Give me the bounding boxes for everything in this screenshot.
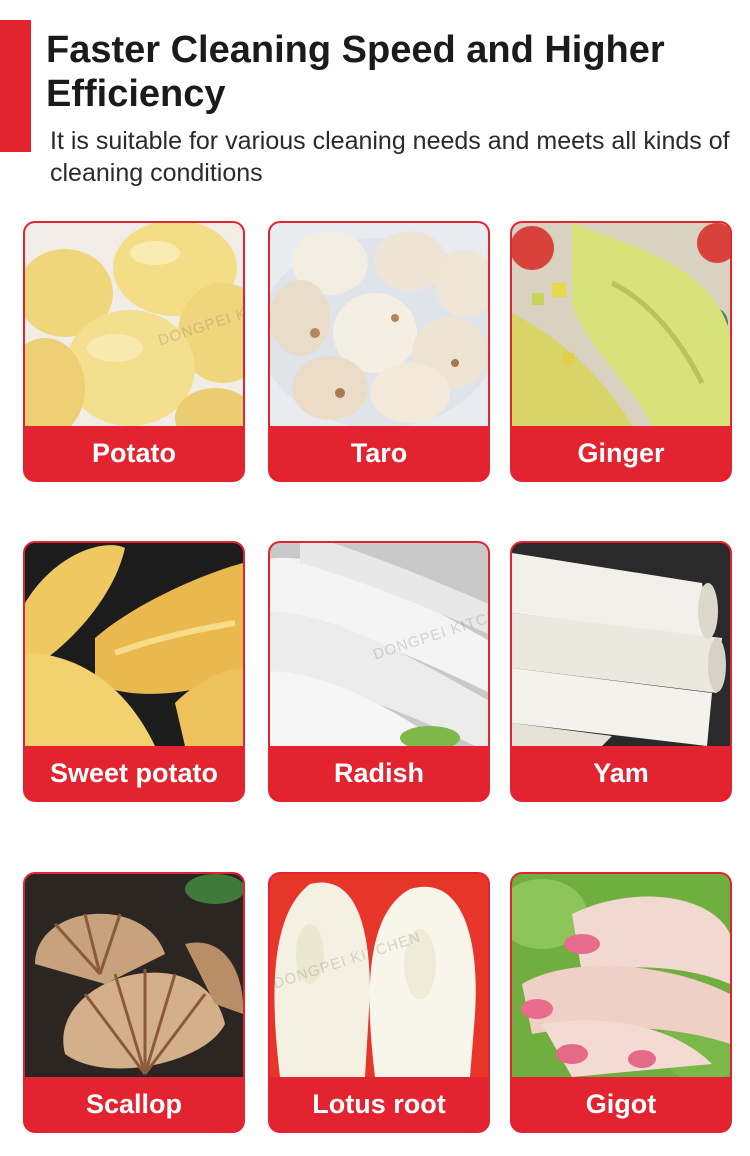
gigot-photo [512,874,730,1077]
food-card-potato: DONGPEI KITCHEN Potato [23,221,245,482]
food-card-ginger: Ginger [510,221,732,482]
food-label: Ginger [577,437,665,468]
page-subtitle: It is suitable for various cleaning need… [50,127,730,187]
lotus-root-photo: DONGPEI KITCHEN [270,874,488,1077]
food-card-radish: DONGPEI KITCHEN Radish [268,541,490,802]
yam-photo [512,543,730,746]
page-title: Faster Cleaning Speed and Higher Efficie… [46,29,665,115]
food-card-sweet-potato: Sweet potato [23,541,245,802]
potato-photo: DONGPEI KITCHEN [25,223,243,426]
food-card-taro: Taro [268,221,490,482]
food-label: Sweet potato [49,757,218,788]
taro-photo [270,223,488,426]
food-label: Potato [92,437,176,468]
food-label: Lotus root [312,1088,446,1119]
food-card-gigot: Gigot [510,872,732,1133]
ginger-photo [512,223,730,426]
radish-photo: DONGPEI KITCHEN [270,543,488,746]
food-card-yam: Yam [510,541,732,802]
food-label: Scallop [85,1088,183,1119]
food-label: Yam [593,757,649,788]
scallop-photo [25,874,243,1077]
food-label: Gigot [585,1088,657,1119]
food-label: Taro [350,437,408,468]
accent-bar [0,20,31,152]
food-card-lotus-root: DONGPEI KITCHEN Lotus root [268,872,490,1133]
sweet-potato-photo [25,543,243,746]
food-label: Radish [333,757,425,788]
food-card-scallop: Scallop [23,872,245,1133]
